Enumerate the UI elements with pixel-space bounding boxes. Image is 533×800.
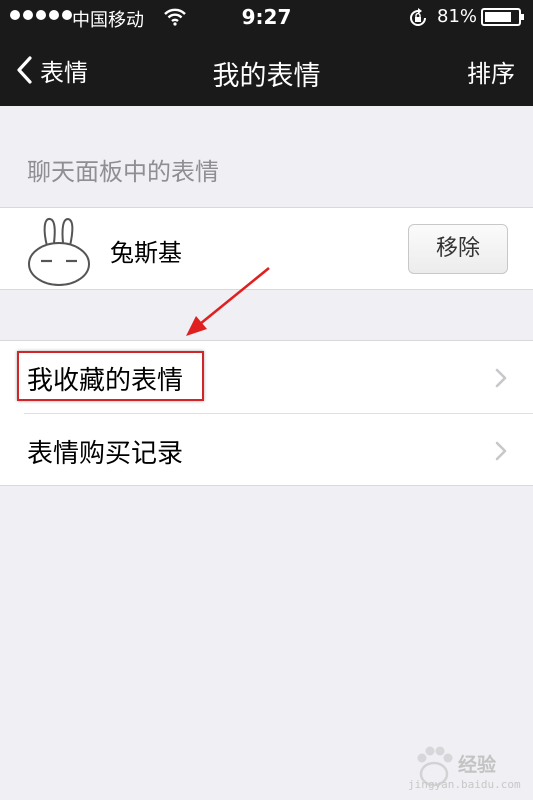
battery-percent: 81% bbox=[437, 6, 478, 27]
chevron-right-icon bbox=[495, 368, 507, 388]
menu-item-label: 表情购买记录 bbox=[27, 439, 184, 469]
sticker-pack-name: 兔斯基 bbox=[110, 239, 182, 267]
section-header: 聊天面板中的表情 bbox=[27, 158, 219, 186]
status-bar: 中国移动 9:27 81% bbox=[0, 0, 533, 34]
sort-button[interactable]: 排序 bbox=[467, 54, 515, 89]
navigation-bar: 表情 我的表情 排序 bbox=[0, 34, 533, 106]
annotation-highlight-box bbox=[17, 351, 204, 401]
menu-item-purchase-history[interactable]: 表情购买记录 bbox=[0, 414, 533, 486]
page-title: 我的表情 bbox=[212, 61, 321, 92]
remove-button[interactable]: 移除 bbox=[408, 224, 508, 274]
sticker-pack-avatar bbox=[28, 217, 90, 286]
battery-icon bbox=[481, 8, 524, 26]
watermark-text: 经验 bbox=[458, 754, 497, 776]
annotation-arrow-icon bbox=[186, 266, 270, 336]
top-bar: 中国移动 9:27 81% 表情 我的表情 排序 bbox=[0, 0, 533, 106]
chevron-right-icon bbox=[495, 441, 507, 461]
rotation-lock-icon bbox=[410, 8, 426, 26]
battery-level bbox=[485, 12, 511, 22]
watermark-url: jingyan.baidu.com bbox=[408, 778, 521, 791]
